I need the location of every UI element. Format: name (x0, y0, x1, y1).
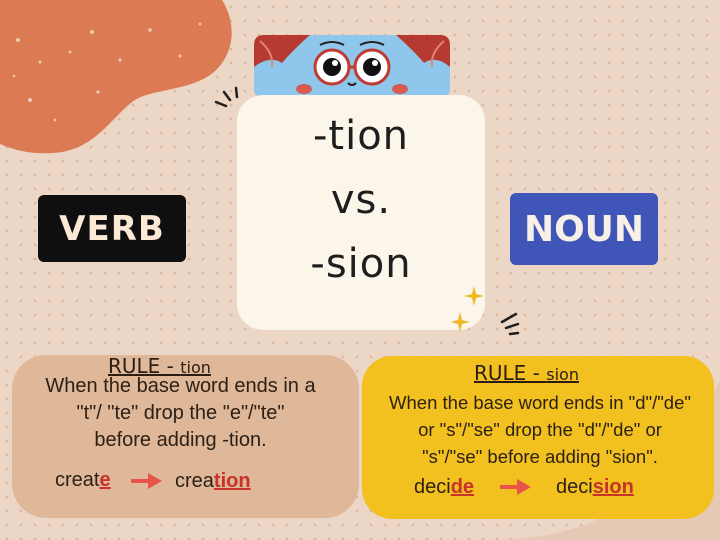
example-create-ending: e (99, 469, 111, 491)
accent-lines-icon (214, 86, 239, 108)
arrow-right-icon (131, 473, 162, 489)
example-creation: creation (175, 470, 251, 493)
sparkle-icon (452, 286, 484, 332)
rule-sion-line-3: "s"/"se" before adding "sion". (422, 446, 658, 467)
title-vs: vs. (330, 177, 392, 223)
example-decision: decision (556, 476, 634, 499)
rule-sion-title: RULE - sion (474, 361, 579, 385)
mascot-character (254, 35, 450, 99)
example-decision-stem: deci (556, 476, 593, 498)
example-decision-ending: sion (592, 476, 634, 498)
example-creation-stem: crea (175, 470, 214, 492)
rule-sion-description: When the base word ends in "d"/"de" or "… (364, 389, 716, 470)
example-create-stem: creat (55, 469, 100, 491)
rule-tion-line-2: "t"/ "te" drop the "e"/"te" (76, 402, 285, 424)
noun-label: NOUN (510, 193, 658, 265)
rule-sion-line-2: or "s"/"se" drop the "d"/"de" or (418, 419, 662, 440)
rule-tion-line-3: before adding -tion. (94, 429, 267, 451)
example-create: create (55, 469, 111, 492)
example-decide: decide (414, 476, 474, 499)
title-tion: -tion (312, 113, 410, 159)
rule-tion-description: When the base word ends in a "t"/ "te" d… (14, 373, 347, 454)
arrow-right-icon (500, 479, 531, 495)
verb-label: VERB (38, 195, 186, 262)
rule-tion-line-1: When the base word ends in a (45, 375, 316, 397)
example-decide-stem: deci (414, 476, 451, 498)
title-sion: -sion (310, 241, 412, 287)
title-card: -tion vs. -sion (237, 95, 485, 330)
example-decide-ending: de (450, 476, 475, 498)
rule-sion-title-main: RULE - (474, 361, 547, 385)
example-creation-ending: tion (213, 470, 251, 492)
accent-lines-icon (500, 312, 520, 336)
decorative-blob (0, 0, 232, 154)
rule-sion-line-1: When the base word ends in "d"/"de" (389, 392, 691, 413)
rule-sion-title-suffix: sion (546, 365, 579, 384)
